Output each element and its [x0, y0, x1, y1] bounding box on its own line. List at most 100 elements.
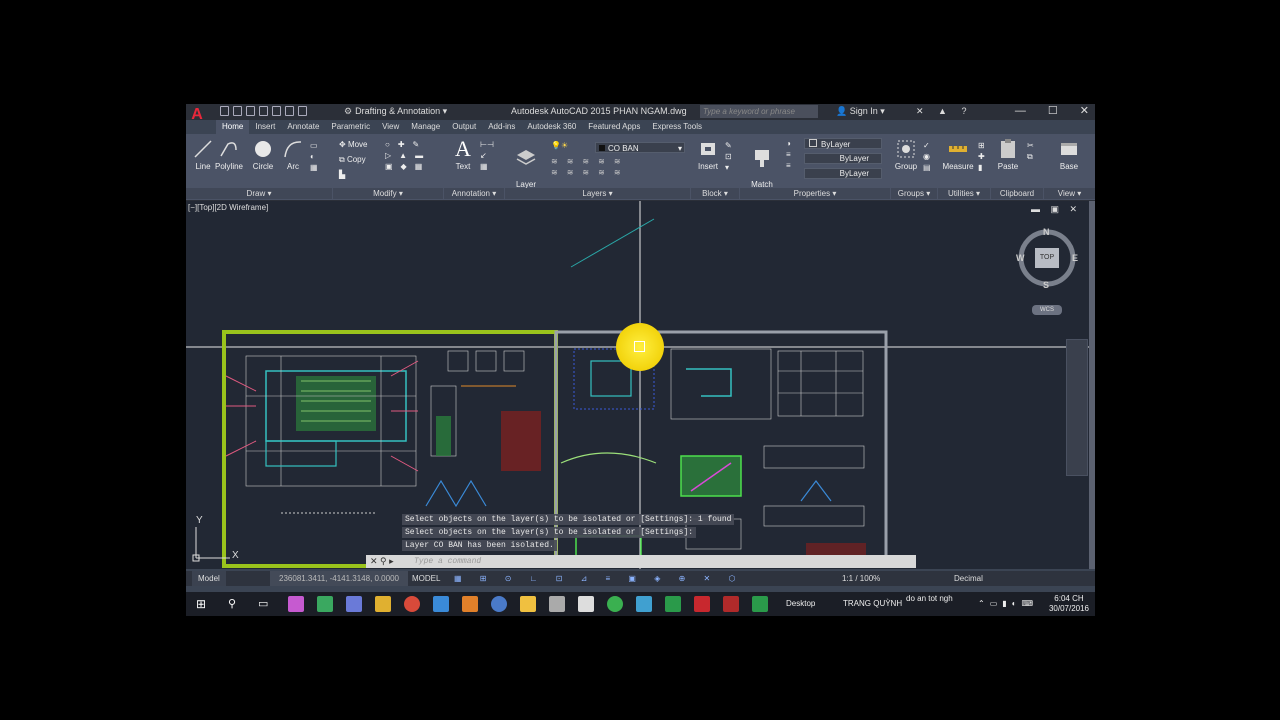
app-icon-2[interactable]: [317, 596, 333, 612]
file-explorer-icon[interactable]: [375, 596, 391, 612]
text-button[interactable]: A Text: [448, 138, 478, 172]
tab-parametric[interactable]: Parametric: [325, 120, 376, 134]
drawing-area[interactable]: [−][Top][2D Wireframe] ▬ ▣ ✕ Y X N S W E…: [186, 201, 1095, 569]
command-input[interactable]: Type a command: [414, 555, 481, 568]
modify-panel-title[interactable]: Modify ▾: [333, 188, 443, 199]
viewcube[interactable]: N S W E TOP: [1016, 227, 1078, 290]
app-icon-6[interactable]: [433, 596, 449, 612]
block-panel-title[interactable]: Block ▾: [691, 188, 739, 199]
maximize-button[interactable]: ☐: [1048, 104, 1058, 119]
group-button[interactable]: Group: [891, 138, 921, 171]
search-icon[interactable]: ⚲: [228, 597, 236, 610]
app-icon-1[interactable]: [288, 596, 304, 612]
chrome-icon[interactable]: [404, 596, 420, 612]
tab-output[interactable]: Output: [446, 120, 482, 134]
system-tray-icons[interactable]: ⌃▭▮◐⌨: [978, 592, 1038, 616]
measure-button[interactable]: Measure: [940, 138, 976, 171]
compass-east[interactable]: E: [1072, 253, 1078, 263]
minimize-button[interactable]: —: [1015, 104, 1026, 119]
utilities-panel-title[interactable]: Utilities ▾: [938, 188, 990, 199]
layer-tool-icons[interactable]: ≋≋≋≋≋ ≋≋≋≋≋: [551, 156, 630, 178]
layers-panel-title[interactable]: Layers ▾: [505, 188, 690, 199]
app-icon-16[interactable]: [723, 596, 739, 612]
model-layout-tab[interactable]: Model: [192, 571, 226, 586]
app-icon-13[interactable]: [636, 596, 652, 612]
group-more-icons[interactable]: ✓ ◉ ▤: [923, 140, 931, 173]
draw-panel-title[interactable]: Draw ▾: [186, 188, 332, 199]
navigation-bar[interactable]: [1066, 339, 1088, 476]
desktop-toolbar[interactable]: Desktop: [786, 592, 815, 616]
command-line-close-icon[interactable]: ✕ ⚲ ▸: [370, 555, 394, 568]
tab-autodesk360[interactable]: Autodesk 360: [521, 120, 582, 134]
autocad-taskbar-icon[interactable]: [694, 596, 710, 612]
base-button[interactable]: Base: [1054, 138, 1084, 171]
plot-icon[interactable]: [272, 106, 281, 116]
app-icon-10[interactable]: [549, 596, 565, 612]
view-panel-title[interactable]: View ▾: [1044, 188, 1095, 199]
clipboard-more-icons[interactable]: ✂ ⧉: [1027, 140, 1034, 162]
polyline-button[interactable]: Polyline: [214, 138, 244, 171]
tab-express-tools[interactable]: Express Tools: [646, 120, 708, 134]
modify-more-icons[interactable]: ○✚✎ ▷▲▬ ▣◆▦: [385, 139, 431, 172]
task-view-icon[interactable]: ▭: [258, 597, 268, 610]
layer-state-icons[interactable]: 💡☀: [551, 140, 568, 151]
wcs-menu[interactable]: WCS: [1032, 305, 1062, 315]
app-icon-7[interactable]: [462, 596, 478, 612]
close-button[interactable]: ✕: [1080, 104, 1089, 119]
save-icon[interactable]: [246, 106, 255, 116]
color-dropdown[interactable]: ByLayer: [804, 138, 882, 149]
annotation-panel-title[interactable]: Annotation ▾: [444, 188, 504, 199]
open-icon[interactable]: [233, 106, 242, 116]
drafting-toggle-icons[interactable]: ▦ ⊞ ⊙ ∟ ⊡ ⊿ ≡ ▣ ◈ ⊕ ✕ ⬡: [454, 571, 743, 586]
app-icon-17[interactable]: [752, 596, 768, 612]
tab-home[interactable]: Home: [216, 120, 250, 134]
tab-insert[interactable]: Insert: [249, 120, 281, 134]
signin-button[interactable]: 👤 Sign In ▾: [836, 105, 885, 118]
windows-start-icon[interactable]: ⊞: [196, 597, 206, 611]
model-space-toggle[interactable]: MODEL: [412, 571, 440, 586]
tab-view[interactable]: View: [376, 120, 405, 134]
tab-featured-apps[interactable]: Featured Apps: [582, 120, 646, 134]
app-icon-14[interactable]: [665, 596, 681, 612]
workspace-dropdown[interactable]: ⚙ Drafting & Annotation ▾: [344, 105, 464, 118]
undo-icon[interactable]: [285, 106, 294, 116]
application-menu-button[interactable]: A: [188, 105, 206, 125]
circle-button[interactable]: Circle: [248, 138, 278, 171]
lineweight-dropdown[interactable]: ByLayer: [804, 153, 882, 164]
app-icon-12[interactable]: [607, 596, 623, 612]
app-icon-8[interactable]: [491, 596, 507, 612]
app-icon-3[interactable]: [346, 596, 362, 612]
copy-button[interactable]: ⧉ Copy: [339, 154, 366, 165]
paste-button[interactable]: Paste: [993, 138, 1023, 171]
move-button[interactable]: ✥ Move: [339, 139, 368, 150]
properties-panel-title[interactable]: Properties ▾: [740, 188, 890, 199]
taskbar-folder[interactable]: do an tot ngh: [906, 587, 953, 611]
stretch-icon[interactable]: ▙: [339, 169, 345, 180]
dimension-icons[interactable]: ⊢⊣ ↙ ▦: [480, 139, 494, 172]
taskbar-clock[interactable]: 6:04 CH 30/07/2016: [1049, 594, 1089, 614]
utilities-more-icons[interactable]: ⊞ ✚ ▮: [978, 140, 985, 173]
arc-button[interactable]: Arc: [278, 138, 308, 171]
save-as-icon[interactable]: [259, 106, 268, 116]
layer-dropdown[interactable]: CO BAN ▾: [595, 142, 685, 153]
compass-south[interactable]: S: [1043, 280, 1049, 290]
insert-button[interactable]: Insert: [693, 138, 723, 171]
vertical-scrollbar[interactable]: [1089, 201, 1095, 569]
app-icon-9[interactable]: [520, 596, 536, 612]
block-more-icons[interactable]: ✎ ⊡ ▾: [725, 140, 732, 173]
linetype-dropdown[interactable]: ByLayer: [804, 168, 882, 179]
tab-annotate[interactable]: Annotate: [281, 120, 325, 134]
properties-small-icons[interactable]: ◑ ≡ ≡: [786, 138, 791, 171]
draw-more-icons[interactable]: ▭ ◐ ▦: [310, 140, 318, 173]
app-icon-11[interactable]: [578, 596, 594, 612]
viewcube-top-face[interactable]: TOP: [1035, 248, 1059, 268]
units-selector[interactable]: Decimal: [954, 571, 983, 586]
compass-west[interactable]: W: [1016, 253, 1025, 263]
help-icons[interactable]: ✕ ▲ ?: [916, 105, 972, 118]
compass-north[interactable]: N: [1043, 227, 1050, 237]
taskbar-user[interactable]: TRANG QUỲNH: [843, 592, 902, 616]
tab-manage[interactable]: Manage: [405, 120, 446, 134]
command-line[interactable]: ✕ ⚲ ▸ Type a command: [366, 555, 916, 568]
redo-icon[interactable]: [298, 106, 307, 116]
new-icon[interactable]: [220, 106, 229, 116]
